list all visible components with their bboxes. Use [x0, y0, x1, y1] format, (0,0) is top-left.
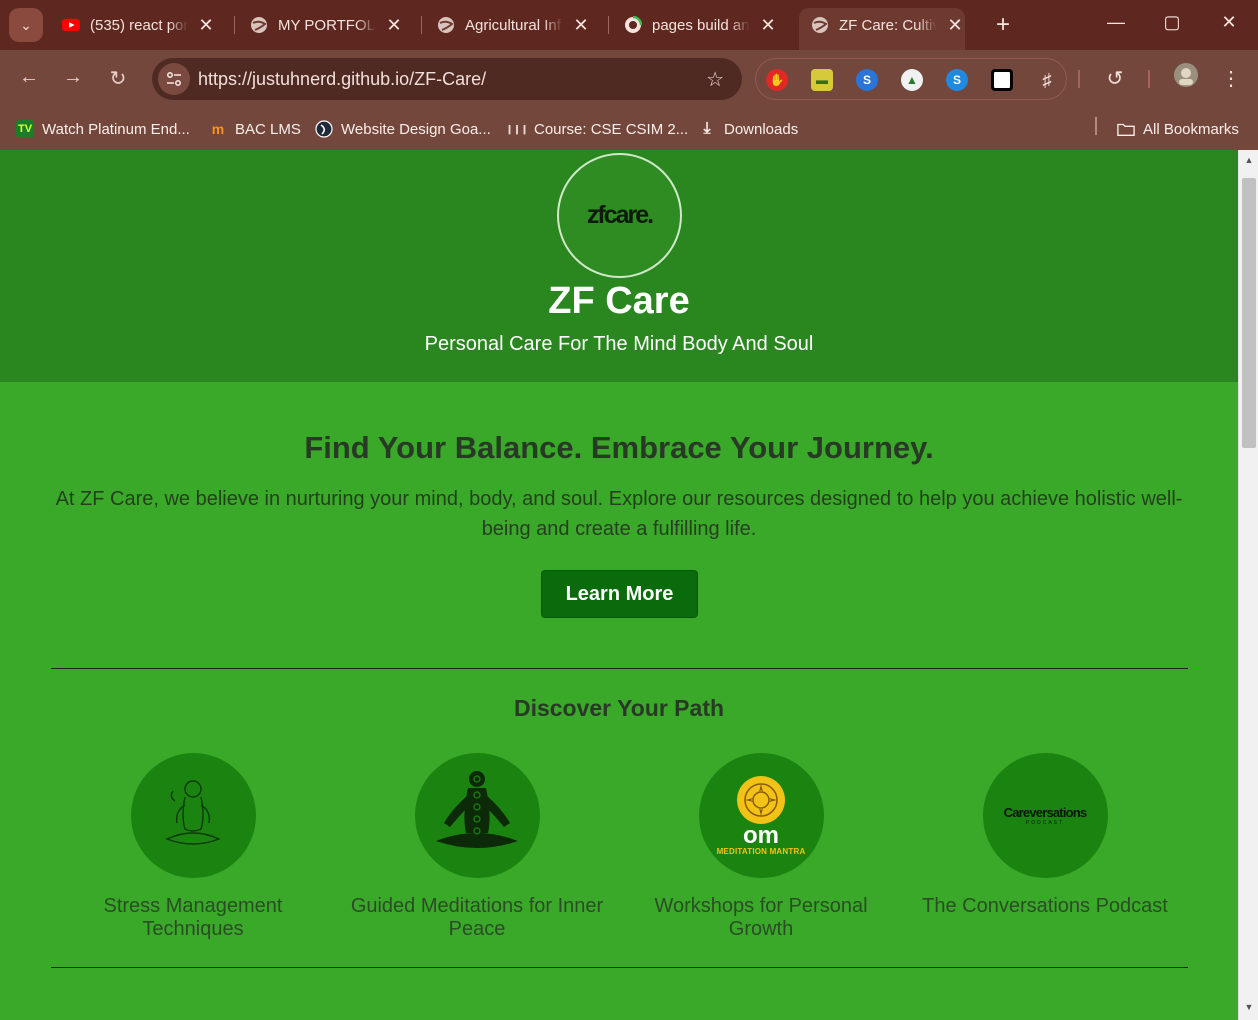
puzzle-icon[interactable]: ♯ — [1036, 69, 1058, 91]
podcast-logo-text: Careversations — [1003, 805, 1088, 820]
section-title: Discover Your Path — [513, 695, 725, 721]
logo-text: zfcare. — [586, 201, 654, 229]
tab-portfolio[interactable]: MY PORTFOLIO ✕ — [238, 8, 404, 42]
page-subtitle: Personal Care For The Mind Body And Soul — [424, 333, 814, 355]
card-label: Workshops for Personal Growth — [654, 895, 868, 940]
bookmark-item[interactable]: Website Design Goa... — [315, 116, 491, 142]
tab-title: Agricultural Inf — [465, 16, 561, 34]
close-icon[interactable]: ✕ — [196, 15, 216, 36]
divider — [51, 668, 1188, 669]
tab-title: (535) react por — [90, 16, 188, 34]
site-info-button[interactable] — [158, 63, 190, 95]
bookmark-label: Website Design Goa... — [341, 120, 491, 138]
tab-title: MY PORTFOLIO — [278, 16, 376, 34]
bookmark-label: Course: CSE CSIM 2... — [534, 120, 689, 138]
learn-more-button[interactable]: Learn More — [541, 570, 698, 618]
chakra-meditation-icon — [414, 753, 540, 878]
tv-icon: TV — [16, 120, 34, 138]
card-label: Guided Meditations for Inner Peace — [350, 895, 604, 940]
scroll-down-icon[interactable]: ▼ — [1239, 1002, 1258, 1012]
cisco-icon: ❙❙❙ — [505, 123, 529, 134]
meditation-outline-icon — [130, 753, 256, 878]
podcast-logo: Careversations PODCAST — [982, 753, 1108, 878]
divider — [51, 967, 1188, 968]
page-scrollbar[interactable]: ▲ ▼ — [1238, 150, 1258, 1020]
close-icon[interactable]: ✕ — [758, 15, 778, 36]
tab-youtube[interactable]: (535) react por ✕ — [50, 8, 216, 42]
extension-icon[interactable] — [991, 69, 1013, 91]
close-icon[interactable]: ✕ — [384, 15, 404, 36]
page-viewport: zfcare. ZF Care Personal Care For The Mi… — [0, 150, 1238, 1020]
globe-icon — [811, 16, 829, 34]
close-window-button[interactable]: ✕ — [1214, 12, 1244, 33]
new-tab-button[interactable]: + — [990, 13, 1016, 37]
all-bookmarks-label: All Bookmarks — [1143, 120, 1239, 138]
extension-icon[interactable]: S — [856, 69, 878, 91]
tab-strip: ⌄ (535) react por ✕ MY PORTFOLIO ✕ Agric… — [0, 0, 1258, 50]
headline: Find Your Balance. Embrace Your Journey. — [304, 430, 934, 465]
folder-icon — [1117, 120, 1135, 138]
close-icon[interactable]: ✕ — [945, 15, 965, 36]
tab-zf-care[interactable]: ZF Care: Cultiv ✕ — [799, 8, 965, 50]
card-label: Stress Management Techniques — [103, 895, 283, 940]
card-label: The Conversations Podcast — [922, 895, 1168, 917]
maximize-button[interactable]: ▢ — [1157, 12, 1187, 33]
scroll-thumb[interactable] — [1242, 178, 1256, 448]
card-workshops[interactable]: om MEDITATION MANTRA Workshops for Perso… — [631, 753, 891, 941]
github-icon — [624, 16, 642, 34]
tab-title: pages build an — [652, 16, 750, 34]
forward-button[interactable]: → — [60, 66, 86, 89]
bookmark-item[interactable]: TV Watch Platinum End... — [16, 116, 190, 142]
all-bookmarks-button[interactable]: All Bookmarks — [1117, 116, 1239, 142]
tab-title: ZF Care: Cultiv — [839, 16, 937, 34]
bookmarks-bar: TV Watch Platinum End... m BAC LMS Websi… — [0, 108, 1258, 150]
globe-icon — [437, 16, 455, 34]
scroll-up-icon[interactable]: ▲ — [1239, 155, 1258, 165]
hero-header: zfcare. ZF Care Personal Care For The Mi… — [0, 150, 1238, 382]
site-icon — [315, 120, 333, 138]
tab-github-pages[interactable]: pages build an ✕ — [612, 8, 778, 42]
tab-agricultural[interactable]: Agricultural Inf ✕ — [425, 8, 591, 42]
page-title: ZF Care — [548, 280, 690, 322]
shazam-icon[interactable]: S — [946, 69, 968, 91]
history-icon[interactable]: ↺ — [1102, 66, 1128, 91]
mantra-text: MEDITATION MANTRA — [716, 847, 806, 856]
adblock-icon[interactable]: ✋ — [766, 69, 788, 91]
reload-button[interactable]: ↻ — [105, 66, 131, 91]
bookmark-star-icon[interactable]: ☆ — [706, 67, 724, 92]
back-button[interactable]: ← — [16, 66, 42, 89]
intro-text: At ZF Care, we believe in nurturing your… — [55, 488, 1183, 540]
close-icon[interactable]: ✕ — [571, 15, 591, 36]
globe-icon — [250, 16, 268, 34]
bookmark-item[interactable]: ❙❙❙ Course: CSE CSIM 2... — [505, 116, 689, 142]
extension-icon[interactable]: ▲ — [901, 69, 923, 91]
address-bar[interactable]: https://justuhnerd.github.io/ZF-Care/ ☆ — [152, 58, 742, 100]
bookmark-item[interactable]: ⤓ Downloads — [698, 116, 798, 142]
om-mantra-icon: om MEDITATION MANTRA — [698, 753, 824, 878]
card-podcast[interactable]: Careversations PODCAST The Conversations… — [915, 753, 1175, 918]
card-stress-management[interactable]: Stress Management Techniques — [63, 753, 323, 941]
profile-avatar[interactable] — [1173, 62, 1199, 94]
om-text: om — [743, 822, 779, 849]
youtube-icon — [62, 16, 80, 34]
download-icon: ⤓ — [703, 120, 711, 137]
tune-icon — [167, 72, 181, 86]
bookmark-item[interactable]: m BAC LMS — [209, 116, 301, 142]
podcast-sub-text: PODCAST — [1025, 820, 1065, 826]
menu-icon[interactable]: ⋮ — [1218, 66, 1244, 91]
bookmark-label: Downloads — [724, 120, 799, 138]
chevron-down-icon: ⌄ — [20, 16, 32, 33]
bookmark-label: Watch Platinum End... — [42, 120, 190, 138]
moodle-icon: m — [211, 121, 225, 137]
bookmark-label: BAC LMS — [235, 120, 301, 138]
extension-icon[interactable]: ▬ — [811, 69, 833, 91]
card-guided-meditations[interactable]: Guided Meditations for Inner Peace — [347, 753, 607, 941]
toolbar: ← → ↻ https://justuhnerd.github.io/ZF-Ca… — [0, 50, 1258, 108]
url-text: https://justuhnerd.github.io/ZF-Care/ — [198, 69, 487, 89]
extensions-group: ✋ ▬ S ▲ S ♯ — [755, 58, 1067, 100]
tab-search-button[interactable]: ⌄ — [9, 8, 43, 42]
minimize-button[interactable]: — — [1101, 12, 1131, 33]
site-logo[interactable]: zfcare. — [557, 153, 682, 278]
